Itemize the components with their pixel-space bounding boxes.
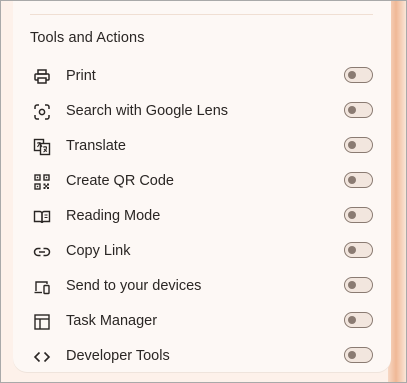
row-label-send-to-devices: Send to your devices	[66, 278, 202, 294]
translate-icon	[33, 138, 51, 156]
row-google-lens[interactable]: Search with Google Lens	[13, 94, 391, 129]
row-label-reading-mode: Reading Mode	[66, 208, 161, 224]
row-label-qr-code: Create QR Code	[66, 173, 174, 189]
toggle-print[interactable]	[344, 67, 373, 83]
task-manager-icon	[33, 313, 51, 331]
devices-icon	[33, 278, 51, 296]
toggle-knob	[348, 140, 356, 149]
code-icon	[33, 348, 51, 366]
toggle-knob	[348, 280, 356, 289]
qr-code-icon	[33, 173, 51, 191]
row-copy-link[interactable]: Copy Link	[13, 234, 391, 269]
top-divider	[30, 14, 373, 15]
row-translate[interactable]: Translate	[13, 129, 391, 164]
section-title: Tools and Actions	[30, 30, 145, 46]
toggle-knob	[348, 315, 356, 324]
toggle-copy-link[interactable]	[344, 242, 373, 258]
lens-icon	[33, 103, 51, 121]
toggle-qr-code[interactable]	[344, 172, 373, 188]
row-label-copy-link: Copy Link	[66, 243, 131, 259]
toggle-translate[interactable]	[344, 137, 373, 153]
row-label-task-manager: Task Manager	[66, 313, 158, 329]
toggle-knob	[348, 210, 356, 219]
toggle-developer-tools[interactable]	[344, 347, 373, 363]
row-label-translate: Translate	[66, 138, 126, 154]
toggle-knob	[348, 105, 356, 114]
toggle-knob	[348, 70, 356, 79]
window-frame: Tools and Actions Print Search with Goog…	[0, 0, 407, 383]
row-label-print: Print	[66, 68, 96, 84]
link-icon	[33, 243, 51, 261]
toggle-knob	[348, 245, 356, 254]
toggle-send-to-devices[interactable]	[344, 277, 373, 293]
row-task-manager[interactable]: Task Manager	[13, 304, 391, 339]
row-developer-tools[interactable]: Developer Tools	[13, 339, 391, 374]
row-qr-code[interactable]: Create QR Code	[13, 164, 391, 199]
toggle-knob	[348, 350, 356, 359]
print-icon	[33, 68, 51, 86]
row-label-developer-tools: Developer Tools	[66, 348, 170, 364]
row-print[interactable]: Print	[13, 59, 391, 94]
toggle-task-manager[interactable]	[344, 312, 373, 328]
tools-panel: Tools and Actions Print Search with Goog…	[13, 1, 391, 372]
row-reading-mode[interactable]: Reading Mode	[13, 199, 391, 234]
toggle-reading-mode[interactable]	[344, 207, 373, 223]
toggle-knob	[348, 175, 356, 184]
row-label-google-lens: Search with Google Lens	[66, 103, 229, 119]
row-send-to-devices[interactable]: Send to your devices	[13, 269, 391, 304]
toggle-google-lens[interactable]	[344, 102, 373, 118]
book-icon	[33, 208, 51, 226]
